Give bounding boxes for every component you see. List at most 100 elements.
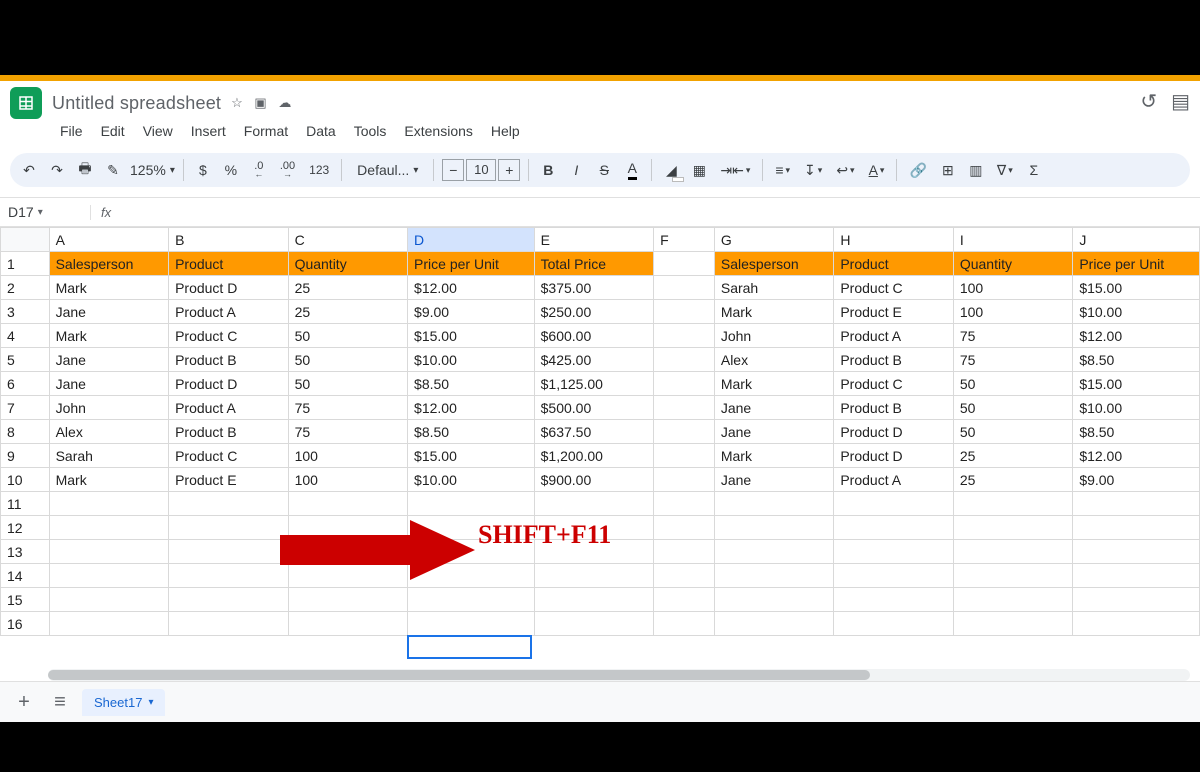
cell-A16[interactable]: [49, 612, 168, 636]
cell-G10[interactable]: Jane: [714, 468, 833, 492]
cell-J4[interactable]: $12.00: [1073, 324, 1200, 348]
menu-insert[interactable]: Insert: [183, 119, 234, 143]
cell-E3[interactable]: $250.00: [534, 300, 653, 324]
italic-button[interactable]: I: [565, 157, 587, 183]
cell-C15[interactable]: [288, 588, 407, 612]
cell-H6[interactable]: Product C: [834, 372, 953, 396]
cell-G8[interactable]: Jane: [714, 420, 833, 444]
cell-B9[interactable]: Product C: [169, 444, 288, 468]
font-size-decrease-button[interactable]: −: [442, 159, 464, 181]
cell-C7[interactable]: 75: [288, 396, 407, 420]
row-header-8[interactable]: 8: [1, 420, 50, 444]
cell-D13[interactable]: [408, 540, 535, 564]
cell-G4[interactable]: John: [714, 324, 833, 348]
cell-I8[interactable]: 50: [953, 420, 1072, 444]
cell-H2[interactable]: Product C: [834, 276, 953, 300]
column-header-I[interactable]: I: [953, 228, 1072, 252]
increase-decimal-button[interactable]: .00→: [276, 157, 299, 183]
row-header-11[interactable]: 11: [1, 492, 50, 516]
text-color-button[interactable]: A: [621, 157, 643, 183]
cell-G15[interactable]: [714, 588, 833, 612]
cell-F11[interactable]: [654, 492, 715, 516]
cell-D5[interactable]: $10.00: [408, 348, 535, 372]
cell-G14[interactable]: [714, 564, 833, 588]
column-header-G[interactable]: G: [714, 228, 833, 252]
cell-B5[interactable]: Product B: [169, 348, 288, 372]
cell-F3[interactable]: [654, 300, 715, 324]
column-header-H[interactable]: H: [834, 228, 953, 252]
text-wrap-button[interactable]: ↩▾: [832, 157, 858, 183]
cell-E4[interactable]: $600.00: [534, 324, 653, 348]
number-format-button[interactable]: 123: [305, 157, 333, 183]
cell-H4[interactable]: Product A: [834, 324, 953, 348]
cell-C13[interactable]: [288, 540, 407, 564]
font-size-increase-button[interactable]: +: [498, 159, 520, 181]
cell-B2[interactable]: Product D: [169, 276, 288, 300]
select-all-corner[interactable]: [1, 228, 50, 252]
cell-D12[interactable]: [408, 516, 535, 540]
cell-E14[interactable]: [534, 564, 653, 588]
cell-J1[interactable]: Price per Unit: [1073, 252, 1200, 276]
menu-help[interactable]: Help: [483, 119, 528, 143]
borders-button[interactable]: ▦: [688, 157, 710, 183]
cell-H14[interactable]: [834, 564, 953, 588]
functions-button[interactable]: Σ: [1023, 157, 1045, 183]
scrollbar-thumb[interactable]: [48, 670, 870, 680]
cell-J16[interactable]: [1073, 612, 1200, 636]
row-header-1[interactable]: 1: [1, 252, 50, 276]
row-header-9[interactable]: 9: [1, 444, 50, 468]
cell-F14[interactable]: [654, 564, 715, 588]
row-header-14[interactable]: 14: [1, 564, 50, 588]
column-header-C[interactable]: C: [288, 228, 407, 252]
cell-D15[interactable]: [408, 588, 535, 612]
cell-D14[interactable]: [408, 564, 535, 588]
cell-J3[interactable]: $10.00: [1073, 300, 1200, 324]
menu-file[interactable]: File: [52, 119, 91, 143]
undo-icon[interactable]: ↶: [18, 157, 40, 183]
cell-E7[interactable]: $500.00: [534, 396, 653, 420]
cell-C14[interactable]: [288, 564, 407, 588]
cell-H9[interactable]: Product D: [834, 444, 953, 468]
cell-I2[interactable]: 100: [953, 276, 1072, 300]
currency-format-button[interactable]: $: [192, 157, 214, 183]
cell-J10[interactable]: $9.00: [1073, 468, 1200, 492]
cell-G2[interactable]: Sarah: [714, 276, 833, 300]
cell-C6[interactable]: 50: [288, 372, 407, 396]
row-header-6[interactable]: 6: [1, 372, 50, 396]
menu-edit[interactable]: Edit: [93, 119, 133, 143]
cell-I12[interactable]: [953, 516, 1072, 540]
cell-F12[interactable]: [654, 516, 715, 540]
cell-B13[interactable]: [169, 540, 288, 564]
spreadsheet-grid[interactable]: ABCDEFGHIJ1SalespersonProductQuantityPri…: [0, 227, 1200, 681]
column-header-B[interactable]: B: [169, 228, 288, 252]
cell-I9[interactable]: 25: [953, 444, 1072, 468]
cell-J7[interactable]: $10.00: [1073, 396, 1200, 420]
cell-H12[interactable]: [834, 516, 953, 540]
cell-E1[interactable]: Total Price: [534, 252, 653, 276]
cell-E12[interactable]: [534, 516, 653, 540]
cell-J14[interactable]: [1073, 564, 1200, 588]
history-icon[interactable]: ↺: [1140, 89, 1157, 114]
cell-D16[interactable]: [408, 612, 535, 636]
cell-B4[interactable]: Product C: [169, 324, 288, 348]
row-header-13[interactable]: 13: [1, 540, 50, 564]
name-box[interactable]: D17 ▾: [0, 198, 90, 226]
cell-E15[interactable]: [534, 588, 653, 612]
cell-H3[interactable]: Product E: [834, 300, 953, 324]
cell-E6[interactable]: $1,125.00: [534, 372, 653, 396]
fill-color-button[interactable]: ◢: [660, 157, 682, 183]
cell-B14[interactable]: [169, 564, 288, 588]
cell-H7[interactable]: Product B: [834, 396, 953, 420]
insert-chart-button[interactable]: ▥: [965, 157, 987, 183]
cell-G7[interactable]: Jane: [714, 396, 833, 420]
cell-F4[interactable]: [654, 324, 715, 348]
cell-A9[interactable]: Sarah: [49, 444, 168, 468]
cell-G6[interactable]: Mark: [714, 372, 833, 396]
horizontal-align-button[interactable]: ≡▾: [771, 157, 794, 183]
cell-C2[interactable]: 25: [288, 276, 407, 300]
column-header-D[interactable]: D: [408, 228, 535, 252]
add-sheet-button[interactable]: +: [10, 688, 38, 716]
cell-B7[interactable]: Product A: [169, 396, 288, 420]
row-header-5[interactable]: 5: [1, 348, 50, 372]
cell-J9[interactable]: $12.00: [1073, 444, 1200, 468]
